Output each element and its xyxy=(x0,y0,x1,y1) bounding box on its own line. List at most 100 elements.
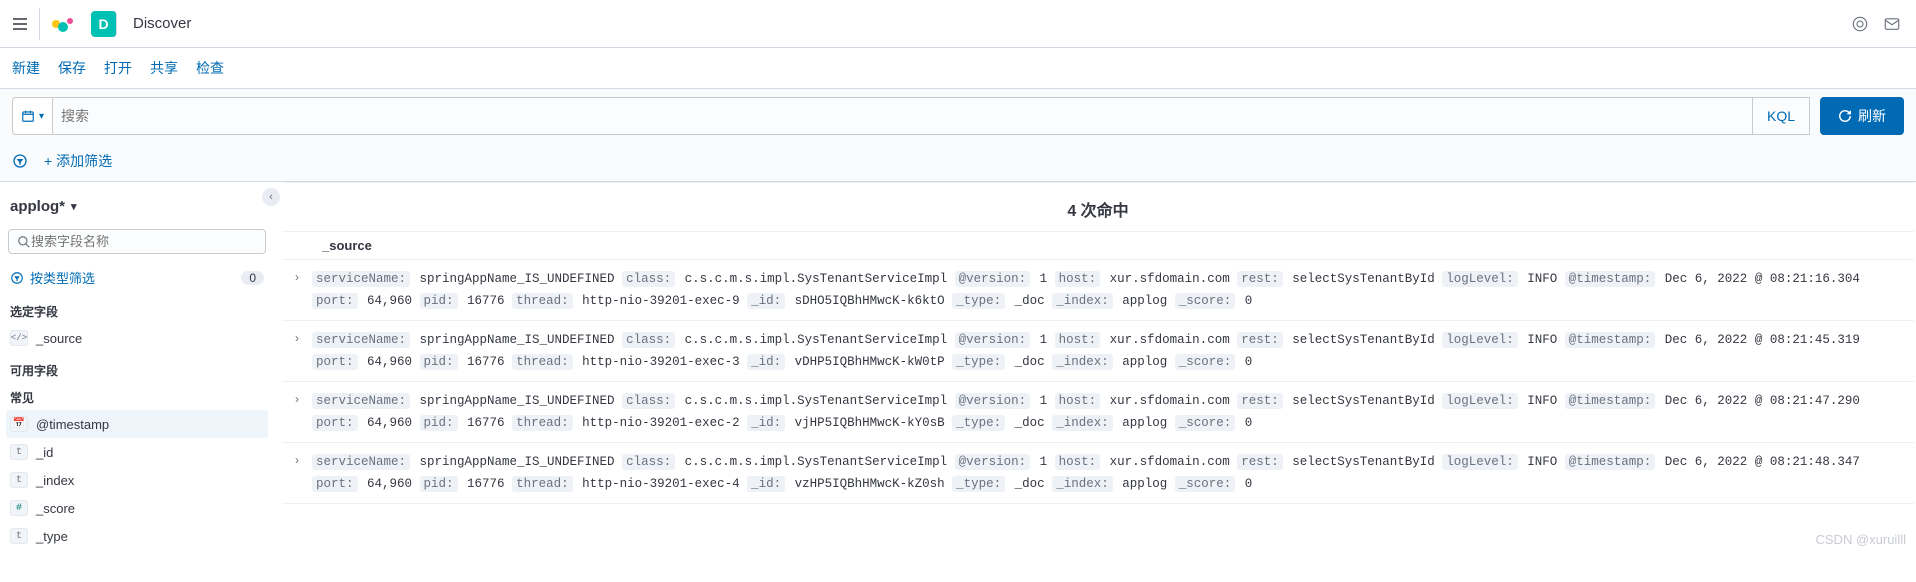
field-item[interactable]: 📅 @timestamp xyxy=(6,410,268,438)
field-key: serviceName: xyxy=(312,332,410,348)
query-input-wrapper[interactable] xyxy=(52,97,1753,135)
discover-toolbar: 新建 保存 打开 共享 检查 xyxy=(0,48,1916,89)
app-badge[interactable]: D xyxy=(91,11,117,37)
main-area: ‹ applog* ▾ 按类型筛选 0 选定字段 </> _source 可用字段… xyxy=(0,182,1916,582)
field-key: port: xyxy=(312,354,358,370)
field-key: _type: xyxy=(952,415,1005,431)
field-key: rest: xyxy=(1237,393,1283,409)
field-key: _score: xyxy=(1175,476,1236,492)
menu-button[interactable] xyxy=(8,8,40,40)
field-key: @version: xyxy=(955,271,1031,287)
field-key: _id: xyxy=(747,293,785,309)
field-key: @version: xyxy=(955,393,1031,409)
field-key: _id: xyxy=(747,415,785,431)
field-name: _source xyxy=(36,331,82,346)
field-key: _type: xyxy=(952,293,1005,309)
date-picker-button[interactable]: ▾ xyxy=(12,97,52,135)
hits-count: 4 次命中 xyxy=(282,182,1914,232)
search-bar: ▾ KQL 刷新 xyxy=(0,89,1916,143)
field-item[interactable]: t_id xyxy=(6,438,268,466)
newsfeed-button[interactable] xyxy=(1844,8,1876,40)
field-type-icon: # xyxy=(10,500,28,516)
filter-menu-button[interactable] xyxy=(12,152,30,170)
field-key: thread: xyxy=(512,415,573,431)
field-item[interactable]: # _score xyxy=(6,494,268,522)
index-pattern-name: applog* xyxy=(10,198,65,215)
field-name: _score xyxy=(36,501,75,516)
document-row: ›serviceName: springAppName_IS_UNDEFINED… xyxy=(282,382,1914,443)
field-key: @timestamp: xyxy=(1565,332,1656,348)
index-pattern-selector[interactable]: applog* ▾ xyxy=(6,192,268,221)
document-source: serviceName: springAppName_IS_UNDEFINED … xyxy=(312,329,1908,373)
expand-button[interactable]: › xyxy=(282,329,312,345)
field-key: thread: xyxy=(512,293,573,309)
field-key: rest: xyxy=(1237,271,1283,287)
field-key: pid: xyxy=(420,476,458,492)
field-key: thread: xyxy=(512,476,573,492)
field-item[interactable]: </> _source xyxy=(6,324,268,352)
document-row: ›serviceName: springAppName_IS_UNDEFINED… xyxy=(282,260,1914,321)
field-name: @timestamp xyxy=(36,417,109,432)
add-filter-button[interactable]: + 添加筛选 xyxy=(44,151,112,171)
field-name: _index xyxy=(36,473,74,488)
filter-by-type-label: 按类型筛选 xyxy=(30,268,95,287)
search-icon xyxy=(17,235,31,249)
refresh-button[interactable]: 刷新 xyxy=(1820,97,1904,135)
results-panel: 4 次命中 _source ›serviceName: springAppNam… xyxy=(280,182,1916,582)
field-key: pid: xyxy=(420,293,458,309)
field-key: host: xyxy=(1055,271,1101,287)
column-header-source[interactable]: _source xyxy=(282,232,1914,260)
available-fields-label: 可用字段 xyxy=(10,362,264,379)
field-key: _type: xyxy=(952,354,1005,370)
field-key: _score: xyxy=(1175,293,1236,309)
field-search[interactable] xyxy=(8,229,266,254)
field-key: class: xyxy=(622,393,675,409)
mail-icon xyxy=(1883,15,1901,33)
query-input[interactable] xyxy=(61,108,1744,124)
fields-sidebar: ‹ applog* ▾ 按类型筛选 0 选定字段 </> _source 可用字段… xyxy=(0,182,280,582)
field-key: @timestamp: xyxy=(1565,454,1656,470)
field-item[interactable]: t_index xyxy=(6,466,268,494)
field-key: port: xyxy=(312,476,358,492)
document-source: serviceName: springAppName_IS_UNDEFINED … xyxy=(312,390,1908,434)
field-type-icon: t xyxy=(10,444,28,460)
filter-type-count: 0 xyxy=(241,271,264,285)
field-type-icon: 📅 xyxy=(10,416,28,432)
kql-toggle[interactable]: KQL xyxy=(1753,97,1810,135)
field-key: _id: xyxy=(747,354,785,370)
field-key: @version: xyxy=(955,332,1031,348)
field-key: serviceName: xyxy=(312,454,410,470)
chevron-down-icon: ▾ xyxy=(39,111,44,122)
elastic-logo-icon[interactable] xyxy=(52,16,73,32)
chevron-left-icon: ‹ xyxy=(269,191,273,203)
field-key: _score: xyxy=(1175,415,1236,431)
inspect-button[interactable]: 检查 xyxy=(196,58,224,78)
field-key: rest: xyxy=(1237,454,1283,470)
filter-by-type[interactable]: 按类型筛选 0 xyxy=(6,262,268,293)
collapse-sidebar-button[interactable]: ‹ xyxy=(262,188,280,206)
common-fields-label: 常见 xyxy=(10,389,264,406)
expand-button[interactable]: › xyxy=(282,451,312,467)
expand-button[interactable]: › xyxy=(282,268,312,284)
field-key: host: xyxy=(1055,393,1101,409)
filter-icon xyxy=(12,153,28,169)
field-name: _type xyxy=(36,529,68,544)
selected-fields-label: 选定字段 xyxy=(10,303,264,320)
calendar-icon xyxy=(21,109,35,123)
field-item[interactable]: t_type xyxy=(6,522,268,550)
field-type-icon: </> xyxy=(10,330,28,346)
field-key: thread: xyxy=(512,354,573,370)
save-button[interactable]: 保存 xyxy=(58,58,86,78)
mail-button[interactable] xyxy=(1876,8,1908,40)
share-button[interactable]: 共享 xyxy=(150,58,178,78)
new-button[interactable]: 新建 xyxy=(12,58,40,78)
field-search-input[interactable] xyxy=(31,234,257,249)
field-key: rest: xyxy=(1237,332,1283,348)
open-button[interactable]: 打开 xyxy=(104,58,132,78)
field-key: @timestamp: xyxy=(1565,271,1656,287)
field-key: _id: xyxy=(747,476,785,492)
expand-button[interactable]: › xyxy=(282,390,312,406)
filter-bar: + 添加筛选 xyxy=(0,143,1916,182)
document-source: serviceName: springAppName_IS_UNDEFINED … xyxy=(312,268,1908,312)
app-name: Discover xyxy=(133,15,191,32)
